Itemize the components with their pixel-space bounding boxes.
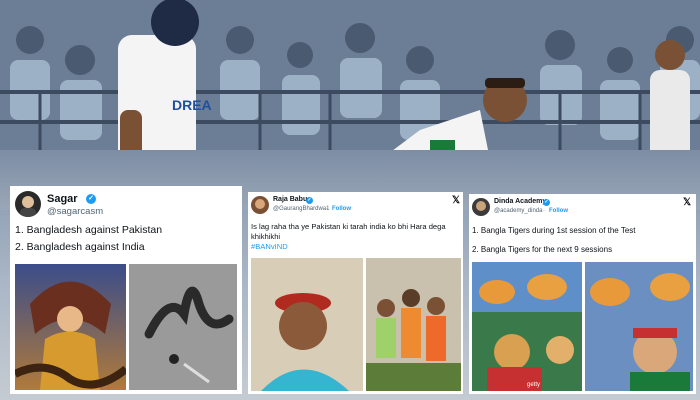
author-name[interactable]: Sagar — [47, 193, 78, 205]
separator-dot: · — [543, 208, 545, 214]
burnt-snake-photo[interactable] — [129, 264, 237, 390]
verified-badge-icon: ✓ — [543, 199, 550, 206]
tweet-line-1: 1. Bangladesh against Pakistan — [15, 224, 163, 236]
follow-button[interactable]: Follow — [549, 208, 568, 214]
tweet-line-2: 2. Bangladesh against India — [15, 241, 145, 253]
author-handle[interactable]: @academy_dinda — [494, 208, 542, 214]
group-laughing-photo[interactable] — [366, 258, 461, 391]
author-name[interactable]: Raja Babu — [273, 196, 307, 203]
author-handle[interactable]: @GaurangBhardwa1 — [273, 206, 329, 212]
tweet-card-sagar[interactable]: Sagar ✓ @sagarcasm 1. Bangladesh against… — [10, 186, 242, 394]
separator-dot: · — [326, 206, 328, 212]
avatar[interactable] — [472, 198, 490, 216]
getty-watermark: getty — [527, 382, 540, 388]
avatar[interactable] — [251, 196, 269, 214]
tweet-card-raja-babu[interactable]: Raja Babu ✓ @GaurangBhardwa1 · Follow 𝕏 … — [248, 192, 463, 394]
verified-badge-icon: ✓ — [306, 197, 313, 204]
avatar[interactable] — [15, 191, 41, 217]
author-name[interactable]: Dinda Academy — [494, 198, 546, 205]
snake-queen-illustration[interactable] — [15, 264, 126, 390]
verified-badge-icon: ✓ — [86, 194, 96, 204]
tweet-line-1: 1. Bangla Tigers during 1st session of t… — [472, 226, 636, 235]
tweet-line-2: 2. Bangla Tigers for the next 9 sessions — [472, 245, 613, 254]
x-logo-icon[interactable]: 𝕏 — [683, 197, 691, 208]
follow-button[interactable]: Follow — [332, 206, 351, 212]
tiger-fan-face-photo[interactable] — [585, 262, 693, 391]
hashtag-link[interactable]: #BANvIND — [251, 242, 288, 251]
author-handle[interactable]: @sagarcasm — [47, 206, 103, 217]
tiger-fans-photo[interactable]: getty — [472, 262, 582, 391]
x-logo-icon[interactable]: 𝕏 — [452, 195, 460, 206]
cap-man-meme[interactable] — [251, 258, 363, 391]
tweet-text: Is lag raha tha ye Pakistan ki tarah ind… — [251, 222, 446, 241]
tweet-card-dinda-academy[interactable]: Dinda Academy ✓ @academy_dinda · Follow … — [469, 194, 696, 394]
jersey-sponsor-text: DREA — [172, 97, 212, 113]
